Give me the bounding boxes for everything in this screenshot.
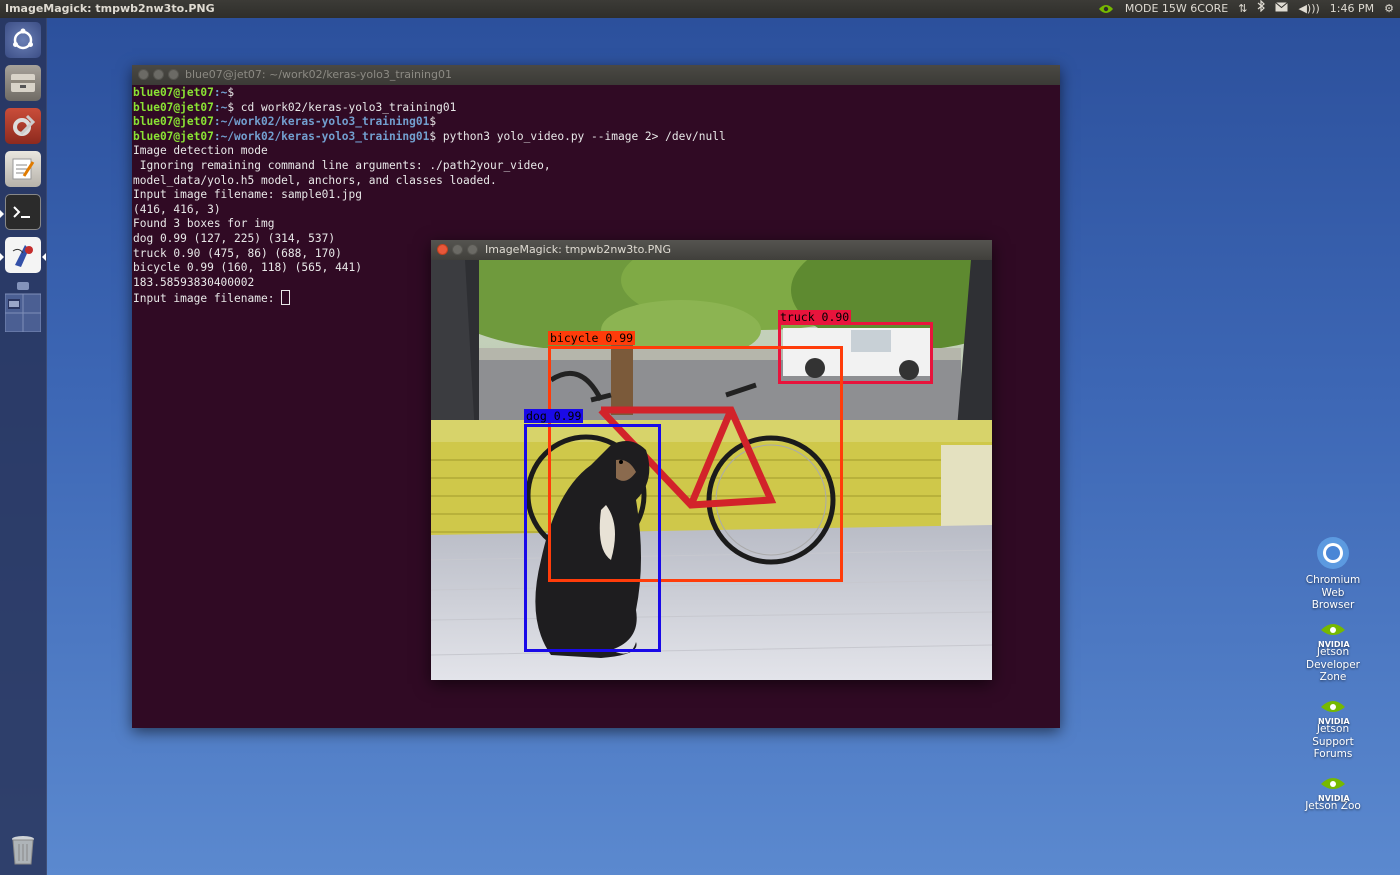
files-icon[interactable] bbox=[5, 65, 41, 101]
minimize-icon[interactable] bbox=[452, 244, 463, 255]
jetson-zoo-desktop-icon[interactable]: NVIDIA Jetson Zoo bbox=[1293, 775, 1373, 813]
detection-label-bicycle: bicycle 0.99 bbox=[548, 331, 636, 345]
terminal-output-line: (416, 416, 3) bbox=[133, 202, 221, 216]
launcher bbox=[0, 18, 47, 875]
detection-label-truck: truck 0.90 bbox=[778, 310, 852, 324]
terminal-titlebar[interactable]: blue07@jet07: ~/work02/keras-yolo3_train… bbox=[132, 65, 1060, 85]
volume-icon[interactable]: ◀))) bbox=[1298, 0, 1319, 18]
imagemagick-titlebar[interactable]: ImageMagick: tmpwb2nw3to.PNG bbox=[431, 240, 992, 260]
trash-icon[interactable] bbox=[5, 832, 41, 868]
active-window-title: ImageMagick: tmpwb2nw3to.PNG bbox=[5, 2, 215, 15]
bluetooth-icon[interactable] bbox=[1257, 0, 1266, 18]
network-arrows-icon[interactable]: ⇅ bbox=[1238, 0, 1247, 18]
terminal-output-line: Input image filename: sample01.jpg bbox=[133, 188, 363, 202]
system-settings-icon[interactable] bbox=[5, 108, 41, 144]
jetson-developer-zone-desktop-icon[interactable]: NVIDIA Jetson Developer Zone bbox=[1293, 621, 1373, 684]
chromium-desktop-icon[interactable]: Chromium Web Browser bbox=[1293, 536, 1373, 612]
jetson-developer-zone-icon: NVIDIA bbox=[1318, 621, 1350, 648]
terminal-output-line: Image detection mode bbox=[133, 144, 268, 158]
indicator-area: MODE 15W 6CORE ⇅ ◀))) 1:46 PM ⚙ bbox=[1097, 0, 1394, 18]
imagemagick-window[interactable]: ImageMagick: tmpwb2nw3to.PNG truck 0.90 … bbox=[431, 240, 992, 680]
detection-box-dog bbox=[524, 424, 661, 652]
workspace-switcher-icon[interactable] bbox=[5, 280, 41, 332]
text-cursor bbox=[281, 290, 291, 306]
imagemagick-icon[interactable] bbox=[5, 237, 41, 273]
active-indicator-icon bbox=[0, 210, 4, 218]
close-icon[interactable] bbox=[437, 244, 448, 255]
detection-image[interactable]: truck 0.90 bicycle 0.99 dog 0.99 bbox=[431, 260, 992, 680]
active-indicator-icon bbox=[0, 253, 4, 261]
terminal-line: blue07@jet07:~/work02/keras-yolo3_traini… bbox=[133, 115, 437, 129]
clock[interactable]: 1:46 PM bbox=[1330, 0, 1374, 18]
terminal-output-line: Ignoring remaining command line argument… bbox=[133, 158, 551, 172]
terminal-output-line: model_data/yolo.h5 model, anchors, and c… bbox=[133, 173, 497, 187]
close-icon[interactable] bbox=[138, 69, 149, 80]
minimize-icon[interactable] bbox=[153, 69, 164, 80]
dash-icon[interactable] bbox=[5, 22, 41, 58]
jetson-zoo-icon: NVIDIA bbox=[1318, 775, 1350, 802]
maximize-icon[interactable] bbox=[168, 69, 179, 80]
terminal-line: blue07@jet07:~$ bbox=[133, 86, 235, 99]
settings-gear-icon[interactable]: ⚙ bbox=[1384, 0, 1394, 18]
power-mode-label[interactable]: MODE 15W 6CORE bbox=[1125, 0, 1228, 18]
jetson-support-forums-icon: NVIDIA bbox=[1318, 698, 1350, 725]
chromium-icon bbox=[1316, 536, 1350, 570]
terminal-line: blue07@jet07:~$ cd work02/keras-yolo3_tr… bbox=[133, 100, 457, 114]
terminal-title: blue07@jet07: ~/work02/keras-yolo3_train… bbox=[185, 68, 453, 81]
terminal-line: blue07@jet07:~/work02/keras-yolo3_traini… bbox=[133, 129, 726, 143]
top-panel: ImageMagick: tmpwb2nw3to.PNG MODE 15W 6C… bbox=[0, 0, 1400, 18]
nvidia-wordmark: NVIDIA bbox=[1318, 793, 1350, 803]
maximize-icon[interactable] bbox=[467, 244, 478, 255]
nvidia-wordmark: NVIDIA bbox=[1318, 639, 1350, 649]
text-editor-icon[interactable] bbox=[5, 151, 41, 187]
nvidia-icon[interactable] bbox=[1097, 3, 1115, 15]
nvidia-wordmark: NVIDIA bbox=[1318, 716, 1350, 726]
mail-icon[interactable] bbox=[1275, 0, 1289, 18]
jetson-support-forums-desktop-icon[interactable]: NVIDIA Jetson Support Forums bbox=[1293, 698, 1373, 761]
terminal-icon[interactable] bbox=[5, 194, 41, 230]
terminal-output-line: Found 3 boxes for img bbox=[133, 217, 275, 231]
detection-label-dog: dog 0.99 bbox=[524, 409, 584, 423]
focus-indicator-icon bbox=[42, 253, 46, 261]
imagemagick-title: ImageMagick: tmpwb2nw3to.PNG bbox=[485, 243, 672, 256]
